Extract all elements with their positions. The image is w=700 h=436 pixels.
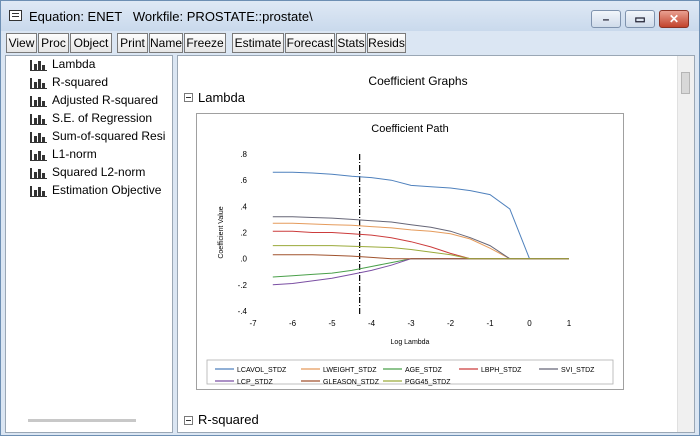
legend-entry: SVI_STDZ [561,367,595,374]
x-tick-label: -4 [368,319,376,328]
equation-name: Equation: ENET [29,9,122,24]
horizontal-scrollbar[interactable] [28,419,136,422]
legend-entry: LCAVOL_STDZ [237,367,287,374]
maximize-button[interactable]: ▭ [625,10,655,28]
y-tick-label: .8 [240,150,247,159]
legend-entry: PGG45_STDZ [405,379,451,386]
tree-item-label: Sum-of-squared Resi [52,129,166,143]
series-line-gleason-stdz [272,254,569,260]
series-line-svi-stdz [272,216,569,260]
y-tick-label: .2 [240,229,247,238]
tree-item-label: R-squared [52,75,109,89]
tree-item-label: Squared L2-norm [52,165,146,179]
title-bar[interactable]: Equation: ENET Workfile: PROSTATE::prost… [1,1,699,31]
maximize-icon: ▭ [634,12,646,26]
bar-chart-icon [30,132,47,143]
y-tick-label: .0 [240,255,247,264]
x-tick-label: -1 [486,319,494,328]
resids-button[interactable]: Resids [367,33,406,53]
x-tick-label: -7 [249,319,257,328]
graph-view-pane: Coefficient Graphs Lambda Coefficient Pa… [177,55,695,433]
bar-chart-icon [30,186,47,197]
bar-chart-icon [30,60,47,71]
close-button[interactable]: ✕ [659,10,689,28]
tree-item-label: L1-norm [52,147,97,161]
tree-item-label: Lambda [52,57,96,71]
estimate-button[interactable]: Estimate [232,33,284,53]
bar-chart-icon [30,168,47,179]
freeze-button[interactable]: Freeze [184,33,226,53]
collapse-lambda-toggle[interactable] [184,93,193,102]
x-tick-label: -2 [447,319,455,328]
proc-button[interactable]: Proc [38,33,69,53]
graph-tree-pane: Lambda R-squared Adjusted R-squared S.E.… [5,55,173,433]
tree-item-label: Adjusted R-squared [52,93,159,107]
minimize-button[interactable]: – [591,10,621,28]
forecast-button[interactable]: Forecast [285,33,335,53]
legend-entry: GLEASON_STDZ [323,379,380,386]
x-tick-label: -5 [328,319,336,328]
chart-svg: Coefficient Path -.4 -.2 .0 .2 .4 .6 .8 -7 -6 -5 -4… [206,123,614,386]
window-icon[interactable] [9,10,22,21]
series-line-lweight-stdz [272,222,569,260]
vertical-scrollbar[interactable] [677,56,694,432]
x-tick-label: -6 [289,319,297,328]
tree-item-label: Estimation Objective [52,183,162,197]
y-tick-label: .6 [240,176,247,185]
legend-entry: LCP_STDZ [237,379,274,386]
legend-entry: LBPH_STDZ [481,367,522,374]
series-line-age-stdz [272,258,569,278]
bar-chart-icon [30,96,47,107]
x-tick-label: 1 [567,319,572,328]
workfile-name: Workfile: PROSTATE::prostate\ [132,9,313,24]
bar-chart-icon [30,114,47,125]
close-icon: ✕ [668,12,680,26]
legend-entry: AGE_STDZ [405,367,443,374]
x-axis-label: Log Lambda [391,339,430,346]
object-button[interactable]: Object [70,33,112,53]
collapse-r-squared-toggle[interactable] [184,416,193,425]
y-tick-label: -.4 [238,307,248,316]
coefficient-path-chart: Coefficient Path -.4 -.2 .0 .2 .4 .6 .8 -7 -6 -5 -4… [196,113,624,390]
legend-entry: LWEIGHT_STDZ [323,367,377,374]
section-lambda-label: Lambda [198,90,245,105]
bar-chart-icon [30,78,47,89]
tree-item-label: S.E. of Regression [52,111,153,125]
section-r-squared-label: R-squared [198,412,259,427]
x-tick-label: -3 [407,319,415,328]
window-title: Equation: ENET Workfile: PROSTATE::prost… [29,9,313,24]
minimize-icon: – [602,12,610,26]
y-tick-label: .4 [240,202,247,211]
series-line-lcp-stdz [272,258,569,286]
bar-chart-icon [30,150,47,161]
equation-window: Equation: ENET Workfile: PROSTATE::prost… [0,0,700,436]
print-button[interactable]: Print [117,33,148,53]
y-tick-label: -.2 [238,281,248,290]
name-button[interactable]: Name [149,33,183,53]
chart-title: Coefficient Path [371,123,448,135]
x-tick-label: 0 [527,319,532,328]
y-axis-label: Coefficient Value [218,206,225,258]
stats-button[interactable]: Stats [336,33,366,53]
scrollbar-thumb[interactable] [681,72,690,94]
view-heading: Coefficient Graphs [368,74,468,88]
view-button[interactable]: View [6,33,37,53]
